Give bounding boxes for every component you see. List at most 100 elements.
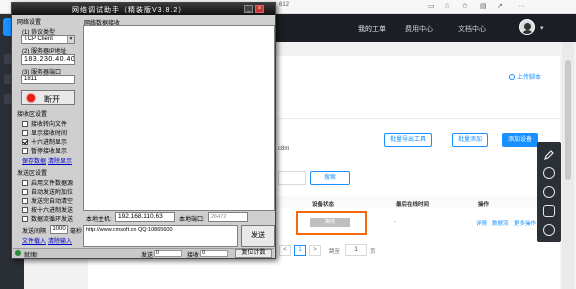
- interval-label: 发送间隔: [22, 229, 47, 235]
- checkbox-checked[interactable]: [22, 139, 28, 145]
- connect-toggle-label: 断开: [44, 95, 60, 104]
- status-led-icon: [27, 94, 35, 102]
- favorites-icon[interactable]: ✩: [462, 3, 468, 11]
- batch-add-button[interactable]: 批量添加: [452, 133, 489, 147]
- sent-label: 发送: [141, 253, 154, 259]
- checkbox[interactable]: [22, 198, 28, 204]
- batch-export-button[interactable]: 批量导出工具: [384, 133, 433, 147]
- send-opt-label: 数据流循环发送: [31, 217, 74, 223]
- tab-icon[interactable]: ▭: [428, 3, 435, 11]
- interval-input[interactable]: 1000: [50, 225, 68, 234]
- cell-last-online: -: [394, 219, 396, 225]
- nav-fees[interactable]: 费用中心: [405, 24, 433, 34]
- minimize-icon[interactable]: _: [244, 5, 253, 13]
- user-caret-icon[interactable]: ▾: [540, 24, 544, 32]
- help-icon[interactable]: [543, 186, 555, 198]
- recv-textarea[interactable]: [83, 25, 275, 211]
- send-opt-hex[interactable]: 按十六进制发送: [22, 205, 73, 214]
- avatar-face: [524, 23, 531, 30]
- screen: 612 ▭ ☆ ✩ ▤ ↗ ··· 我的工单 费用中心 文档中心 ▾ 上传脚本 …: [0, 0, 576, 289]
- pager-page-1[interactable]: 1: [294, 245, 306, 256]
- clear-display-link[interactable]: 清除显示: [48, 156, 72, 165]
- menu-icon[interactable]: ···: [518, 3, 525, 11]
- send-opt-loop[interactable]: 数据流循环发送: [22, 214, 73, 223]
- ready-icon: [15, 250, 21, 256]
- recv-count: 0: [200, 250, 228, 257]
- op-more-link[interactable]: 更多操作: [514, 219, 536, 227]
- add-device-button[interactable]: 添加设备: [502, 133, 539, 147]
- search-button[interactable]: 搜索: [310, 171, 350, 185]
- send-opt-auto-clear[interactable]: 发送完自动清空: [22, 196, 73, 205]
- nav-docs[interactable]: 文档中心: [458, 24, 486, 34]
- clear-input-link[interactable]: 清除输入: [48, 236, 72, 245]
- checkbox[interactable]: [22, 207, 28, 213]
- avatar-body: [522, 30, 533, 34]
- th-status: 设备状态: [312, 202, 335, 208]
- checkbox[interactable]: [22, 148, 28, 154]
- recv-opt-to-file[interactable]: 接收转向文件: [22, 119, 67, 128]
- checkbox[interactable]: [22, 189, 28, 195]
- headset-icon[interactable]: [543, 167, 555, 179]
- device-id-partial: c8m: [278, 146, 290, 152]
- pager-prev[interactable]: <: [279, 245, 291, 256]
- recv-opt-pause[interactable]: 暂停接收显示: [22, 146, 67, 155]
- recv-opt-label: 暂停接收显示: [31, 149, 68, 155]
- server-ip-input[interactable]: 183.230.40.40: [21, 54, 75, 65]
- checkbox[interactable]: [22, 180, 28, 186]
- pager-unit-label: 页: [370, 249, 376, 255]
- status-bar: 就绪! 发送 0 接收 0 复位计数: [13, 248, 274, 259]
- feedback-icon[interactable]: [543, 205, 555, 217]
- status-highlight-box: [296, 211, 367, 235]
- recv-opt-hex[interactable]: 十六进制显示: [22, 137, 67, 146]
- share-icon[interactable]: ↗: [497, 3, 503, 11]
- star-icon[interactable]: ☆: [444, 3, 450, 11]
- collections-icon[interactable]: ▤: [480, 3, 487, 11]
- recv-label: 接收: [187, 253, 200, 259]
- connect-toggle-button[interactable]: 断开: [21, 90, 75, 105]
- floating-toolbar: [537, 142, 561, 242]
- save-data-link[interactable]: 保存数据: [22, 156, 46, 165]
- avatar[interactable]: [519, 19, 535, 35]
- checkbox[interactable]: [22, 121, 28, 127]
- op-data-link[interactable]: 数据流: [492, 219, 509, 227]
- send-opt-file-source[interactable]: 启用文件数据源: [22, 178, 73, 187]
- address-text[interactable]: 612: [279, 2, 289, 8]
- send-settings-label: 发送区设置: [17, 171, 48, 177]
- recv-opt-show-time[interactable]: 显示接收时间: [22, 128, 67, 137]
- th-last-online: 最后在线时间: [396, 202, 430, 208]
- upload-icon: [509, 74, 515, 80]
- protocol-select[interactable]: TCP Client ▼: [21, 35, 75, 44]
- divider: [264, 118, 560, 119]
- send-button[interactable]: 发送: [241, 225, 275, 247]
- scrollbar-thumb[interactable]: [565, 60, 571, 180]
- op-detail-link[interactable]: 详情: [476, 219, 487, 227]
- user-icon[interactable]: [543, 224, 555, 236]
- window-title: 网络调试助手（精装版V3.8.2）: [72, 7, 187, 14]
- th-ops: 操作: [478, 202, 490, 208]
- reset-count-button[interactable]: 复位计数: [235, 249, 272, 258]
- upload-script-label: 上传脚本: [517, 75, 542, 81]
- search-input[interactable]: [278, 171, 306, 185]
- local-port-field[interactable]: 26472: [208, 212, 248, 222]
- close-icon[interactable]: ×: [255, 5, 264, 13]
- status-ready: 就绪!: [24, 253, 38, 259]
- server-port-input[interactable]: 1811: [21, 75, 75, 84]
- send-textarea[interactable]: http://www.cmsoft.cn QQ:10865600: [83, 225, 238, 247]
- nav-my-ticket[interactable]: 我的工单: [358, 24, 386, 34]
- local-host-field[interactable]: 192.168.110.63: [115, 212, 175, 222]
- pager-next[interactable]: >: [309, 245, 321, 256]
- checkbox[interactable]: [22, 130, 28, 136]
- sent-count: 0: [154, 250, 182, 257]
- window-titlebar[interactable]: 网络调试助手（精装版V3.8.2） _ ×: [12, 3, 275, 15]
- net-settings-label: 网络设置: [17, 20, 42, 26]
- net-assistant-window: 网络调试助手（精装版V3.8.2） _ × 网络设置 (1) 协议类型 TCP …: [11, 2, 276, 259]
- checkbox[interactable]: [22, 216, 28, 222]
- chevron-down-icon[interactable]: ▼: [67, 36, 74, 43]
- upload-script-link[interactable]: 上传脚本: [509, 72, 541, 81]
- pager-input[interactable]: 1: [345, 244, 367, 256]
- load-file-link[interactable]: 文件载入: [22, 236, 46, 245]
- local-port-label: 本地端口:: [179, 217, 205, 223]
- send-opt-append[interactable]: 自动发送附加位: [22, 187, 73, 196]
- edit-icon[interactable]: [543, 148, 555, 160]
- local-host-label: 本地主机:: [86, 217, 112, 223]
